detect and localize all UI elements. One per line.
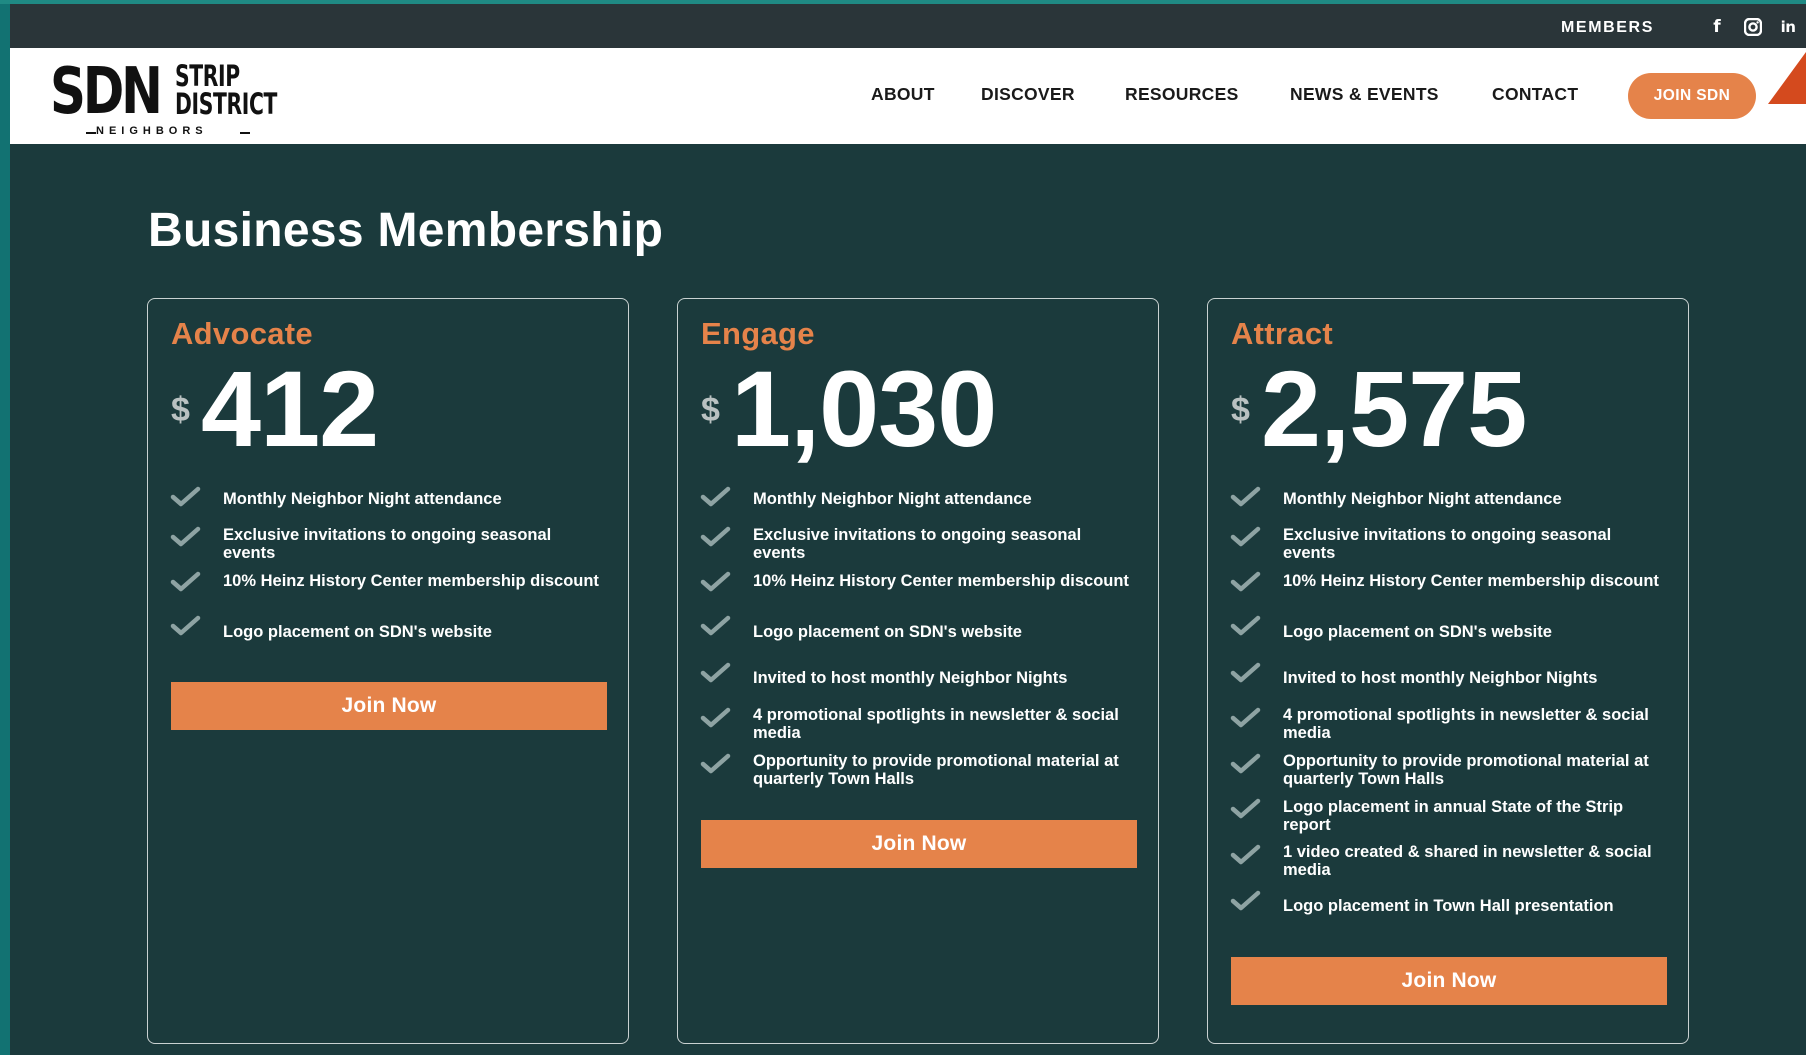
plan-card-attract: Attract $ 2,575 Monthly Neighbor Night a… [1207,298,1689,1044]
instagram-icon[interactable] [1744,18,1762,36]
feature-text: Logo placement on SDN's website [1283,623,1552,641]
plan-price: 1,030 [731,348,997,469]
checkmark-icon [170,571,201,592]
feature-text: Logo placement in annual State of the St… [1283,798,1624,834]
arrow-icon [1768,52,1806,104]
plan-name: Engage [701,316,815,351]
plan-price: 2,575 [1261,348,1527,469]
nav-discover[interactable]: DISCOVER [981,84,1075,105]
checkmark-icon [700,662,731,683]
checkmark-icon [170,615,201,636]
feature-text: 4 promotional spotlights in newsletter &… [753,706,1119,742]
checkmark-icon [1230,486,1261,507]
checkmark-icon [700,526,731,547]
checkmark-icon [170,486,201,507]
feature-text: Monthly Neighbor Night attendance [753,490,1032,508]
checkmark-icon [700,571,731,592]
feature-text: Opportunity to provide promotional mater… [1283,752,1649,788]
checkmark-icon [1230,707,1261,728]
currency-symbol: $ [171,391,190,429]
nav-resources[interactable]: RESOURCES [1125,84,1239,105]
join-now-button[interactable]: Join Now [701,820,1137,868]
feature-text: Exclusive invitations to ongoing seasona… [753,526,1082,562]
checkmark-icon [1230,662,1261,683]
checkmark-icon [700,486,731,507]
feature-text: Exclusive invitations to ongoing seasona… [1283,526,1612,562]
logo-line-district: DISTRICT [175,87,278,121]
linkedin-icon[interactable]: in [1778,18,1798,36]
feature-text: Invited to host monthly Neighbor Nights [753,669,1068,687]
checkmark-icon [170,526,201,547]
main-navigation: SDN STRIP DISTRICT NEIGHBORS ABOUT DISCO… [10,48,1806,144]
feature-text: 10% Heinz History Center membership disc… [753,572,1129,590]
plan-name: Advocate [171,316,313,351]
join-now-button[interactable]: Join Now [1231,957,1667,1005]
logo-divider [86,132,96,134]
feature-text: Logo placement in Town Hall presentation [1283,897,1614,915]
currency-symbol: $ [701,391,720,429]
checkmark-icon [1230,798,1261,819]
nav-contact[interactable]: CONTACT [1492,84,1578,105]
feature-text: Opportunity to provide promotional mater… [753,752,1119,788]
logo-line-strip: STRIP [175,59,240,93]
checkmark-icon [700,707,731,728]
feature-text: Invited to host monthly Neighbor Nights [1283,669,1598,687]
feature-text: Logo placement on SDN's website [223,623,492,641]
checkmark-icon [1230,753,1261,774]
join-now-button[interactable]: Join Now [171,682,607,730]
feature-text: 1 video created & shared in newsletter &… [1283,843,1652,879]
checkmark-icon [1230,844,1261,865]
currency-symbol: $ [1231,391,1250,429]
plan-card-engage: Engage $ 1,030 Monthly Neighbor Night at… [677,298,1159,1044]
plan-price: 412 [201,348,379,469]
facebook-icon[interactable]: f [1710,17,1724,37]
checkmark-icon [700,753,731,774]
nav-news-events[interactable]: NEWS & EVENTS [1290,84,1439,105]
logo-mark: SDN [50,55,163,129]
utility-bar: MEMBERS f in [10,4,1806,48]
checkmark-icon [1230,890,1261,911]
feature-text: Logo placement on SDN's website [753,623,1022,641]
feature-text: Monthly Neighbor Night attendance [223,490,502,508]
members-link[interactable]: MEMBERS [1561,19,1654,37]
feature-text: 10% Heinz History Center membership disc… [1283,572,1659,590]
checkmark-icon [700,615,731,636]
feature-text: 10% Heinz History Center membership disc… [223,572,599,590]
plan-card-advocate: Advocate $ 412 Monthly Neighbor Night at… [147,298,629,1044]
nav-about[interactable]: ABOUT [871,84,935,105]
logo-divider [240,132,250,134]
sdn-logo[interactable]: SDN STRIP DISTRICT NEIGHBORS [50,56,310,140]
window-edge [0,0,10,1055]
feature-text: Exclusive invitations to ongoing seasona… [223,526,552,562]
checkmark-icon [1230,615,1261,636]
checkmark-icon [1230,526,1261,547]
feature-text: Monthly Neighbor Night attendance [1283,490,1562,508]
plan-name: Attract [1231,316,1334,351]
checkmark-icon [1230,571,1261,592]
page-title: Business Membership [148,204,664,257]
join-sdn-button[interactable]: JOIN SDN [1628,73,1756,119]
logo-tagline: NEIGHBORS [96,125,208,137]
feature-text: 4 promotional spotlights in newsletter &… [1283,706,1649,742]
